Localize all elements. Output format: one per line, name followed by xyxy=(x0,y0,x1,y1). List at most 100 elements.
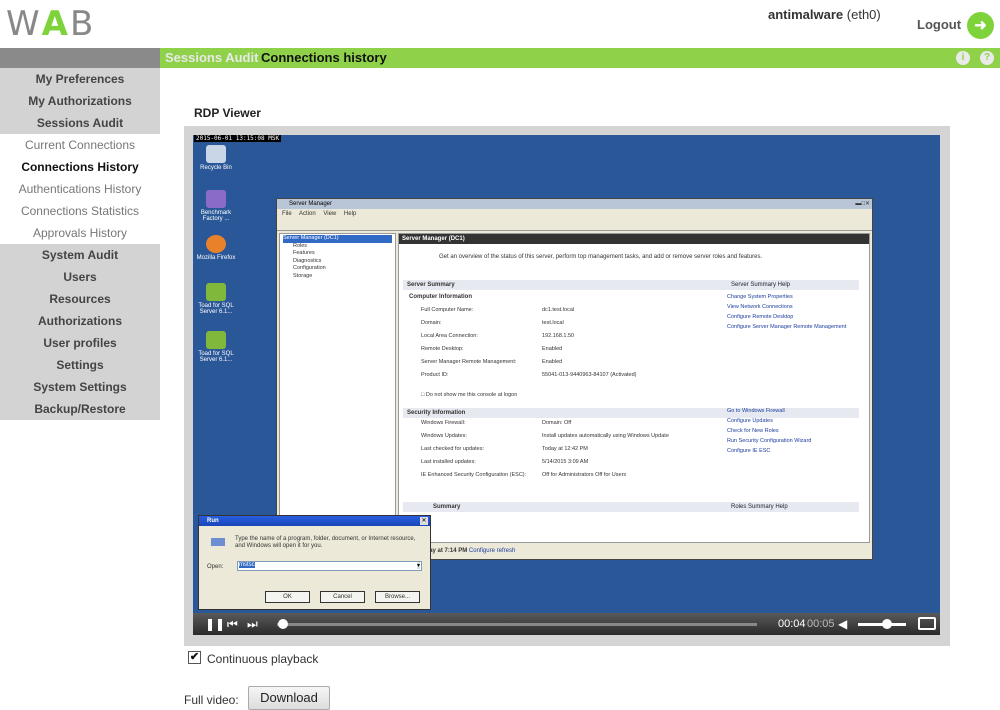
computer-info-block: Computer Information Full Computer Name:… xyxy=(399,290,869,402)
info-row: Domain: test.local xyxy=(399,320,719,333)
sidebar-item-backup-restore[interactable]: Backup/Restore xyxy=(0,398,160,420)
info-row: Remote Desktop: Enabled xyxy=(399,346,719,359)
tree-item[interactable]: Diagnostics xyxy=(283,258,392,266)
pause-icon[interactable]: ❚❚ xyxy=(205,617,225,631)
info-key: Full Computer Name: xyxy=(421,307,474,313)
benchmark-factory-icon xyxy=(206,190,226,208)
sidebar-item-current-connections[interactable]: Current Connections xyxy=(0,134,160,156)
browse-button[interactable]: Browse... xyxy=(375,591,420,603)
progress-bar[interactable] xyxy=(277,623,757,626)
section-title: Security Information xyxy=(407,410,466,416)
sidebar-item-user-profiles[interactable]: User profiles xyxy=(0,332,160,354)
subsection-title: Computer Information xyxy=(409,294,472,300)
sidebar-item-my-preferences[interactable]: My Preferences xyxy=(0,68,160,90)
logout-icon[interactable]: ➜ xyxy=(967,12,994,39)
desktop-icon-toad-2: Toad for SQL Server 6.1... xyxy=(193,331,241,363)
server-manager-window: Server Manager ▬□✕ File Action View Help… xyxy=(276,198,873,560)
section-help-link[interactable]: Server Summary Help xyxy=(731,280,790,290)
total-time: 00:05 xyxy=(807,618,835,630)
tree-item[interactable]: Roles xyxy=(283,243,392,251)
recycle-bin-icon xyxy=(206,145,226,163)
ok-button[interactable]: OK xyxy=(265,591,310,603)
chevron-down-icon[interactable]: ▾ xyxy=(416,562,420,569)
info-icon[interactable]: i xyxy=(956,51,970,65)
info-row: Last installed updates: 5/14/2015 3:09 AM xyxy=(399,459,719,472)
cancel-button[interactable]: Cancel xyxy=(320,591,365,603)
info-key: IE Enhanced Security Configuration (ESC)… xyxy=(421,472,527,478)
info-key: Windows Updates: xyxy=(421,433,467,439)
desktop-icon-label: Recycle Bin xyxy=(200,165,232,171)
window-controls[interactable]: ▬□✕ xyxy=(855,200,870,207)
sidebar-item-authorizations[interactable]: Authorizations xyxy=(0,310,160,332)
sidebar: My Preferences My Authorizations Sessions … xyxy=(0,68,160,420)
rdp-screen[interactable]: 2015-06-01 13:15:08 MSK Recycle Bin Benc… xyxy=(193,135,940,613)
sidebar-item-connections-statistics[interactable]: Connections Statistics xyxy=(0,200,160,222)
volume-icon[interactable]: ◀ xyxy=(838,617,847,631)
server-manager-titlebar: Server Manager xyxy=(277,199,872,209)
security-info-section[interactable]: Security Information xyxy=(403,408,859,418)
server-manager-menu[interactable]: File Action View Help xyxy=(277,209,872,219)
toad-icon xyxy=(206,283,226,301)
close-icon[interactable]: ✕ xyxy=(420,517,428,525)
volume-handle[interactable] xyxy=(881,619,892,629)
toad-icon xyxy=(206,331,226,349)
desktop-icon-recycle-bin: Recycle Bin xyxy=(193,145,241,171)
info-value: dc1.test.local xyxy=(542,307,575,313)
run-open-input[interactable]: mstsc ▾ xyxy=(237,561,422,571)
sidebar-item-resources[interactable]: Resources xyxy=(0,288,160,310)
tree-item[interactable]: Storage xyxy=(283,273,392,281)
fullscreen-icon[interactable] xyxy=(918,617,936,630)
server-manager-toolbar xyxy=(277,219,872,231)
dont-show-checkbox[interactable]: □ Do not show me this console at logon xyxy=(421,392,517,398)
skip-back-icon[interactable]: ⏮ xyxy=(227,617,238,631)
logo-letter-w: W xyxy=(6,4,42,44)
task-link[interactable]: Check for New Roles xyxy=(727,428,779,434)
task-link[interactable]: Run Security Configuration Wizard xyxy=(727,438,811,444)
task-link[interactable]: Configure Updates xyxy=(727,418,773,424)
sidebar-item-users[interactable]: Users xyxy=(0,266,160,288)
breadcrumb-sessions-audit[interactable]: Sessions Audit xyxy=(165,50,258,65)
task-link[interactable]: Go to Windows Firewall xyxy=(727,408,785,414)
continuous-playback-checkbox[interactable]: ✔ xyxy=(188,651,201,664)
download-button[interactable]: Download xyxy=(248,686,330,710)
progress-handle[interactable] xyxy=(277,619,288,629)
logout-link[interactable]: Logout xyxy=(917,17,961,32)
tree-item[interactable]: Configuration xyxy=(283,265,392,273)
sidebar-item-system-audit[interactable]: System Audit xyxy=(0,244,160,266)
desktop-icon-benchmark: Benchmark Factory ... xyxy=(193,190,241,222)
task-link[interactable]: Configure IE ESC xyxy=(727,448,770,454)
content-header: Server Manager (DC1) xyxy=(399,234,869,244)
tree-item[interactable]: Server Manager (DC1) xyxy=(283,235,392,243)
section-help-link[interactable]: Roles Summary Help xyxy=(731,502,788,512)
sidebar-item-authentications-history[interactable]: Authentications History xyxy=(0,178,160,200)
sidebar-item-connections-history[interactable]: Connections History xyxy=(0,156,160,178)
user-name: antimalware xyxy=(768,7,844,22)
server-summary-section[interactable]: Server Summary Server Summary Help xyxy=(403,280,859,290)
recording-timestamp: 2015-06-01 13:15:08 MSK xyxy=(194,135,282,142)
desktop-icon-label: Toad for SQL Server 6.1... xyxy=(198,303,234,315)
sidebar-item-system-settings[interactable]: System Settings xyxy=(0,376,160,398)
roles-summary-section[interactable]: Summary Roles Summary Help xyxy=(403,502,859,512)
task-link[interactable]: View Network Connections xyxy=(727,304,793,310)
desktop-icon-label: Benchmark Factory ... xyxy=(200,210,232,222)
help-icon[interactable]: ? xyxy=(980,51,994,65)
sidebar-item-settings[interactable]: Settings xyxy=(0,354,160,376)
task-link[interactable]: Configure Remote Desktop xyxy=(727,314,793,320)
computer-info-list: Full Computer Name: dc1.test.local Domain:… xyxy=(399,307,719,385)
configure-refresh-link[interactable]: Configure refresh xyxy=(469,548,515,554)
dont-show-label: Do not show me this console at logon xyxy=(425,392,518,398)
sidebar-item-sessions-audit[interactable]: Sessions Audit xyxy=(0,112,160,134)
task-link[interactable]: Configure Server Manager Remote Manageme… xyxy=(727,324,846,330)
section-title: Server Summary xyxy=(407,282,455,288)
breadcrumb-bar: Sessions Audit Connections history i ? xyxy=(0,48,1000,68)
info-key: Product ID: xyxy=(421,372,449,378)
skip-forward-icon[interactable]: ⏭ xyxy=(247,617,258,631)
desktop-icon-toad-1: Toad for SQL Server 6.1... xyxy=(193,283,241,315)
tree-item[interactable]: Features xyxy=(283,250,392,258)
sidebar-item-my-authorizations[interactable]: My Authorizations xyxy=(0,90,160,112)
task-link[interactable]: Change System Properties xyxy=(727,294,793,300)
wab-logo[interactable]: WAB xyxy=(6,4,95,44)
sidebar-item-approvals-history[interactable]: Approvals History xyxy=(0,222,160,244)
security-info-list: Windows Firewall: Domain: Off Windows Upda… xyxy=(399,420,719,485)
desktop-icon-label: Mozilla Firefox xyxy=(196,255,236,261)
